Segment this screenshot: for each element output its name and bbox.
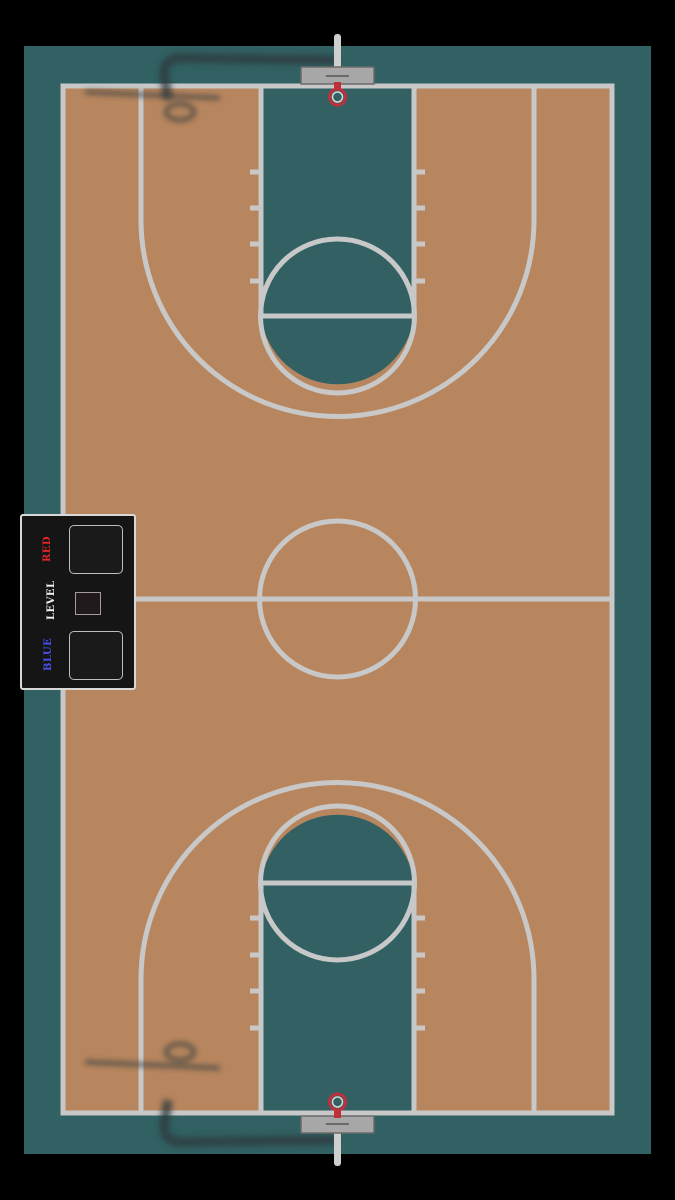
blue-score-display	[69, 631, 123, 680]
level-value	[76, 593, 100, 614]
level-label: LEVEL	[46, 580, 57, 620]
red-team-label: RED	[42, 535, 53, 562]
red-score-display	[69, 525, 123, 574]
blue-team-label: BLUE	[43, 637, 54, 671]
level-display	[75, 592, 101, 615]
scoreboard: RED LEVEL BLUE	[20, 514, 136, 690]
blue-score-value	[70, 632, 122, 679]
red-score-value	[70, 526, 122, 573]
